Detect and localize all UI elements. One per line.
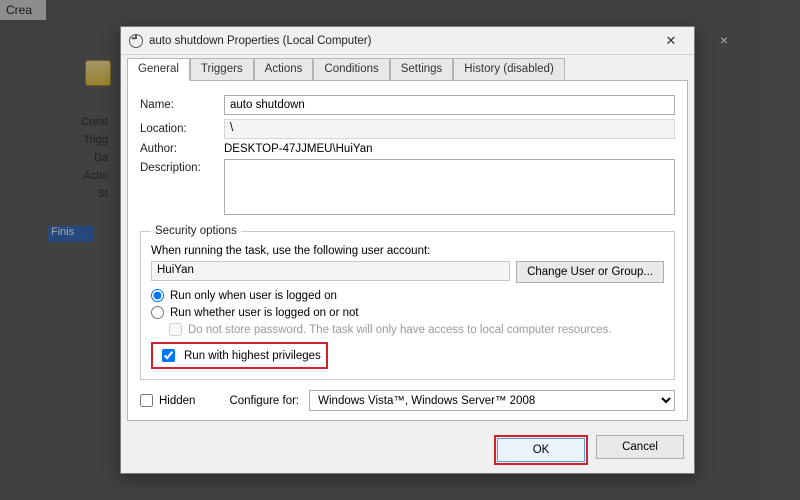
radio-logged-on-input[interactable]	[151, 289, 164, 302]
clock-icon	[129, 34, 143, 48]
tab-bar: General Triggers Actions Conditions Sett…	[121, 55, 694, 80]
tab-actions[interactable]: Actions	[254, 58, 314, 81]
tabpanel-general: Name: Location: \ Author: DESKTOP-47JJME…	[127, 80, 688, 421]
author-label: Author:	[140, 143, 224, 155]
parent-finish-label: Finis	[48, 226, 94, 242]
description-input[interactable]	[224, 159, 675, 215]
parent-close-icon: ×	[713, 30, 735, 50]
configure-for-label: Configure for:	[229, 395, 299, 407]
new-task-icon	[85, 60, 111, 86]
hidden-checkbox[interactable]	[140, 394, 153, 407]
run-highest-privileges[interactable]: Run with highest privileges	[151, 342, 328, 369]
change-user-button[interactable]: Change User or Group...	[516, 261, 664, 283]
location-label: Location:	[140, 123, 224, 135]
ok-highlight: OK	[494, 435, 588, 465]
dont-store-password: Do not store password. The task will onl…	[169, 323, 664, 336]
tab-conditions[interactable]: Conditions	[313, 58, 389, 81]
radio-whether-label: Run whether user is logged on or not	[170, 307, 359, 319]
configure-for-select[interactable]: Windows Vista™, Windows Server™ 2008	[309, 390, 675, 411]
ok-button[interactable]: OK	[497, 438, 585, 462]
dialog-button-row: OK Cancel	[121, 427, 694, 473]
cancel-button[interactable]: Cancel	[596, 435, 684, 459]
dialog-title: auto shutdown Properties (Local Computer…	[149, 35, 654, 47]
author-value: DESKTOP-47JJMEU\HuiYan	[224, 143, 675, 155]
dialog-titlebar: auto shutdown Properties (Local Computer…	[121, 27, 694, 55]
security-legend: Security options	[151, 225, 241, 237]
hidden-label: Hidden	[159, 395, 195, 407]
close-button[interactable]: ✕	[654, 30, 688, 52]
radio-whether-input[interactable]	[151, 306, 164, 319]
tab-history[interactable]: History (disabled)	[453, 58, 564, 81]
radio-logged-on[interactable]: Run only when user is logged on	[151, 289, 664, 302]
dont-store-label: Do not store password. The task will onl…	[188, 324, 612, 336]
parent-window-title-fragment: Crea	[0, 0, 46, 20]
location-value: \	[224, 119, 675, 139]
description-label: Description:	[140, 159, 224, 174]
security-options-group: Security options When running the task, …	[140, 225, 675, 380]
radio-whether[interactable]: Run whether user is logged on or not	[151, 306, 664, 319]
tab-settings[interactable]: Settings	[390, 58, 454, 81]
security-prompt: When running the task, use the following…	[151, 245, 664, 257]
highest-priv-label: Run with highest privileges	[184, 350, 321, 362]
dont-store-checkbox	[169, 323, 182, 336]
name-input[interactable]	[224, 95, 675, 115]
tab-triggers[interactable]: Triggers	[190, 58, 254, 81]
tab-general[interactable]: General	[127, 58, 190, 81]
highest-priv-checkbox[interactable]	[162, 349, 175, 362]
task-properties-dialog: auto shutdown Properties (Local Computer…	[120, 26, 695, 474]
parent-form-labels: Creat Trigg Da Actio St	[48, 110, 108, 206]
name-label: Name:	[140, 99, 224, 111]
radio-logged-on-label: Run only when user is logged on	[170, 290, 337, 302]
hidden-checkbox-row[interactable]: Hidden	[140, 394, 195, 407]
user-account-value: HuiYan	[151, 261, 510, 281]
